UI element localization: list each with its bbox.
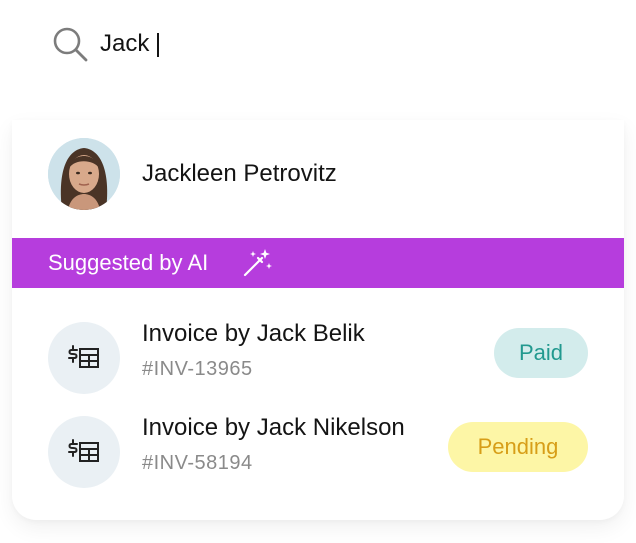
avatar [48,138,120,210]
invoice-icon [48,416,120,488]
status-badge: Pending [448,422,588,472]
search-bar [0,0,636,90]
invoice-title: Invoice by Jack Nikelson [142,414,405,441]
invoice-result[interactable]: Invoice by Jack Belik #INV-13965 Paid [12,316,624,396]
invoice-icon [48,322,120,394]
text-caret [157,33,159,57]
person-result[interactable]: Jackleen Petrovitz [12,132,624,216]
search-input[interactable] [100,26,580,62]
person-name: Jackleen Petrovitz [142,160,337,187]
invoice-number: #INV-13965 [142,358,253,380]
invoice-title: Invoice by Jack Belik [142,320,365,347]
invoice-number: #INV-58194 [142,452,253,474]
search-results-panel: Jackleen Petrovitz Suggested by AI Invoi… [12,120,624,520]
ai-banner-label: Suggested by AI [48,250,209,275]
magic-wand-icon [240,246,274,280]
search-icon [50,24,90,64]
invoice-result[interactable]: Invoice by Jack Nikelson #INV-58194 Pend… [12,410,624,490]
status-badge: Paid [494,328,588,378]
ai-suggestion-banner: Suggested by AI [12,238,624,288]
